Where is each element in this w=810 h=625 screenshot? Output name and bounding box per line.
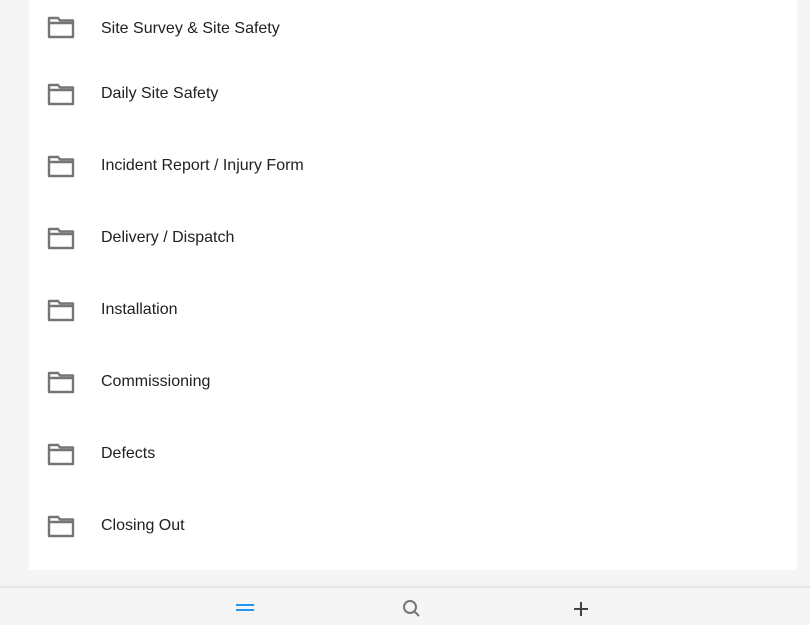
folder-item-delivery-dispatch[interactable]: Delivery / Dispatch	[29, 209, 797, 281]
folder-label: Daily Site Safety	[101, 85, 219, 102]
menu-icon	[236, 604, 254, 611]
add-button[interactable]	[569, 596, 593, 620]
folder-icon	[47, 155, 75, 178]
folder-list: Site Survey & Site Safety Daily Site Saf…	[29, 0, 797, 569]
folder-item-daily-site-safety[interactable]: Daily Site Safety	[29, 65, 797, 137]
folder-label: Commissioning	[101, 373, 211, 390]
search-icon	[403, 600, 420, 617]
folder-item-defects[interactable]: Defects	[29, 425, 797, 497]
folder-item-site-survey[interactable]: Site Survey & Site Safety	[29, 0, 797, 65]
folder-label: Incident Report / Injury Form	[101, 157, 304, 174]
folder-item-commissioning[interactable]: Commissioning	[29, 353, 797, 425]
bottom-navigation-bar	[0, 587, 810, 617]
folder-label: Installation	[101, 301, 178, 318]
folder-label: Site Survey & Site Safety	[101, 20, 280, 37]
folder-icon	[47, 299, 75, 322]
folder-icon	[47, 371, 75, 394]
folder-item-closing-out[interactable]: Closing Out	[29, 497, 797, 569]
folder-label: Delivery / Dispatch	[101, 229, 235, 246]
folder-icon	[47, 515, 75, 538]
folder-label: Closing Out	[101, 517, 185, 534]
folder-icon	[47, 227, 75, 250]
folder-icon	[47, 83, 75, 106]
folder-item-installation[interactable]: Installation	[29, 281, 797, 353]
folder-list-card: Site Survey & Site Safety Daily Site Saf…	[29, 0, 797, 570]
plus-icon	[574, 602, 588, 616]
menu-button[interactable]	[233, 596, 257, 620]
folder-label: Defects	[101, 445, 156, 462]
search-button[interactable]	[399, 596, 423, 620]
folder-item-incident-report[interactable]: Incident Report / Injury Form	[29, 137, 797, 209]
folder-icon	[47, 443, 75, 466]
folder-icon	[47, 16, 75, 39]
